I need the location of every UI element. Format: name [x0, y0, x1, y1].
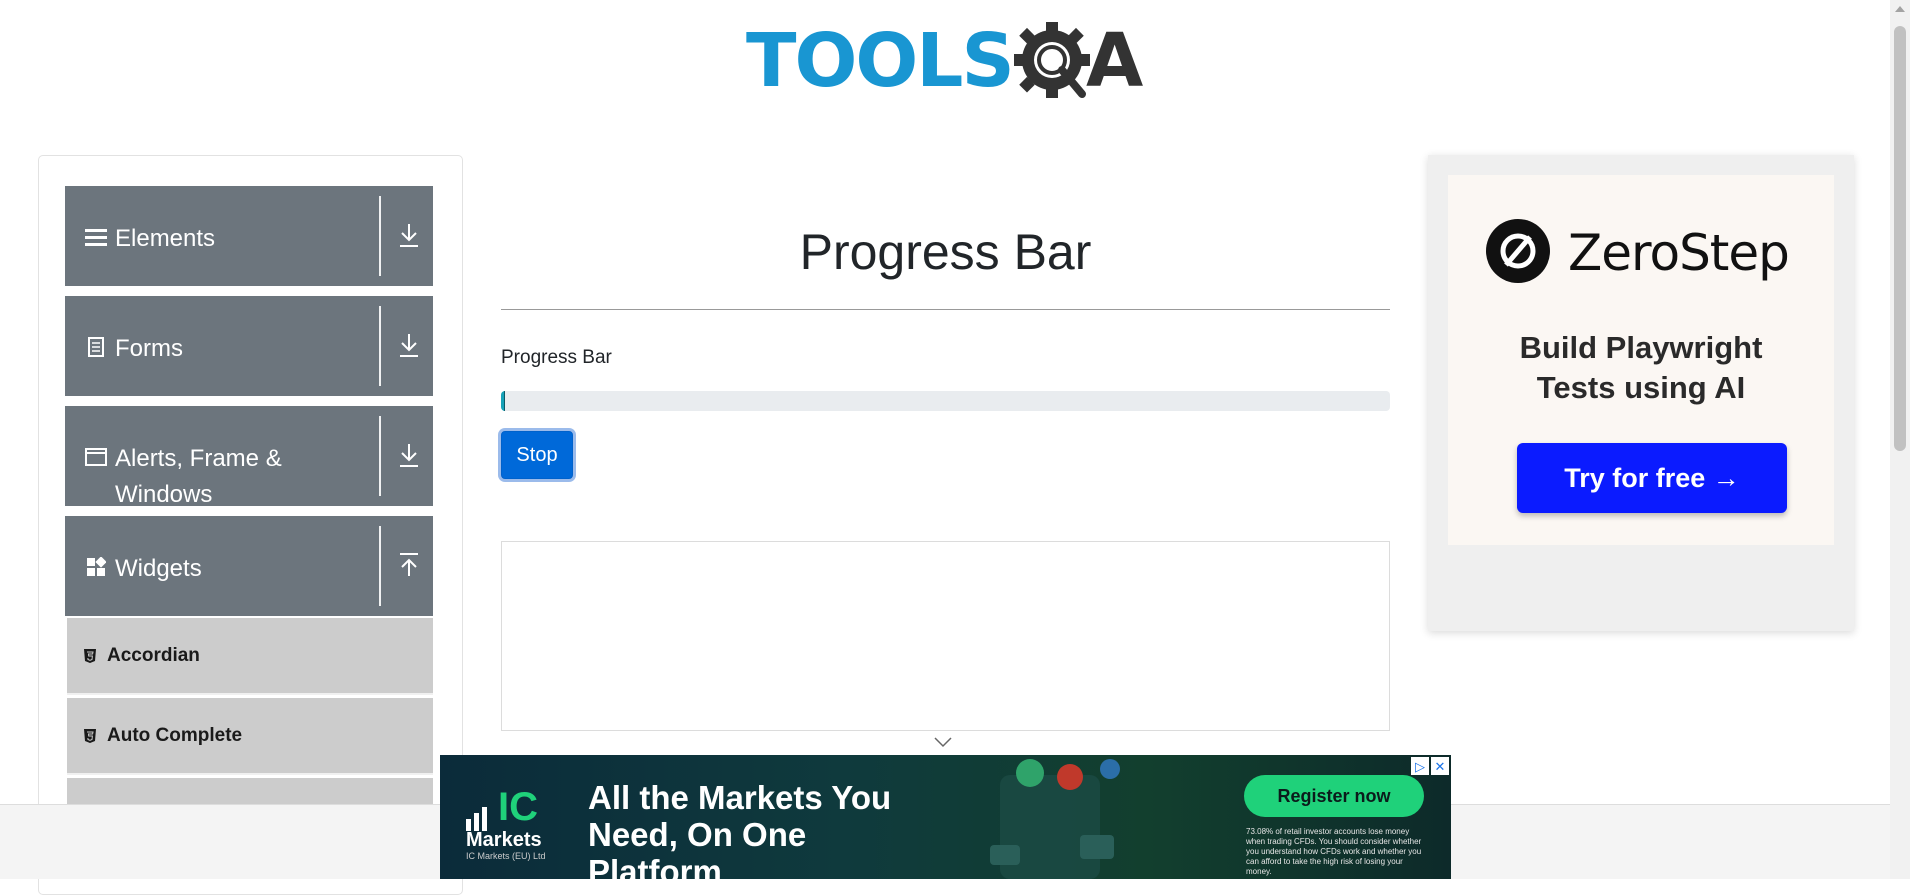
ic-markets-ad[interactable]: ▷ ✕ IC Markets IC Markets (EU) Ltd All t…	[440, 755, 1451, 879]
page-title: Progress Bar	[799, 224, 1092, 280]
try-for-free-button[interactable]: Try for free →	[1517, 443, 1787, 513]
divider	[379, 196, 381, 276]
title-divider	[501, 309, 1390, 310]
hamburger-icon	[85, 226, 107, 248]
close-icon[interactable]: ✕	[1431, 757, 1449, 775]
window-icon	[85, 446, 107, 468]
expand-arrow-down-icon[interactable]	[395, 438, 423, 472]
divider	[379, 416, 381, 496]
scroll-up-arrow-icon[interactable]	[1895, 6, 1905, 12]
sidebar-group-forms[interactable]: Forms	[65, 296, 433, 396]
bar-chart-icon	[466, 807, 487, 831]
expand-arrow-down-icon[interactable]	[395, 328, 423, 362]
adchoices-icon[interactable]: ▷	[1411, 757, 1429, 775]
vertical-scrollbar[interactable]	[1890, 0, 1910, 879]
logo-text: TOOLS	[746, 18, 1015, 104]
site-header: TOOLS A	[0, 0, 1890, 130]
sidebar-item-auto-complete[interactable]: Auto Complete	[67, 698, 433, 775]
ad-content: ZeroStep Build Playwright Tests using AI…	[1448, 175, 1834, 545]
widgets-icon	[85, 556, 107, 578]
ic-markets-entity: IC Markets (EU) Ltd	[466, 851, 546, 861]
sidebar-group-widgets[interactable]: Widgets	[65, 516, 433, 616]
chevron-down-icon[interactable]	[933, 736, 953, 748]
ic-markets-name: Markets	[466, 829, 542, 851]
ad-tagline-line1: Build Playwright	[1519, 330, 1763, 365]
sidebar-group-label: Widgets	[115, 555, 202, 582]
register-now-button[interactable]: Register now	[1244, 775, 1424, 817]
zerostep-ad[interactable]: ZeroStep Build Playwright Tests using AI…	[1428, 155, 1854, 631]
html5-icon	[83, 728, 97, 744]
sidebar-group-label: Alerts, Frame & Windows	[115, 445, 282, 508]
divider	[379, 306, 381, 386]
sidebar-group-elements[interactable]: Elements	[65, 186, 433, 286]
trading-illustration	[990, 759, 1120, 879]
ad-tagline-line2: Tests using AI	[1536, 370, 1746, 405]
zerostep-brand: ZeroStep	[1568, 224, 1790, 282]
sidebar-group-label: Forms	[115, 335, 183, 362]
logo-suffix: A	[1086, 18, 1144, 104]
toolsqa-logo[interactable]: TOOLS A	[746, 18, 1150, 114]
ad-headline-line2: Need, On One Platform	[588, 816, 807, 879]
progress-bar-label: Progress Bar	[501, 347, 612, 368]
ad-headline-line1: All the Markets You	[588, 779, 892, 816]
ad-disclaimer: 73.08% of retail investor accounts lose …	[1246, 827, 1422, 876]
ic-markets-short: IC	[498, 785, 538, 829]
ad-controls: ▷ ✕	[1411, 757, 1449, 775]
zerostep-logo-icon	[1486, 219, 1550, 283]
ic-markets-logo: IC Markets IC Markets (EU) Ltd	[466, 785, 556, 861]
collapse-arrow-up-icon[interactable]	[395, 548, 423, 582]
html5-icon	[83, 648, 97, 664]
expand-arrow-down-icon[interactable]	[395, 218, 423, 252]
sidebar-group-alerts-frame-windows[interactable]: Alerts, Frame & Windows	[65, 406, 433, 508]
progress-bar-fill	[501, 391, 505, 411]
sidebar-item-label: Auto Complete	[107, 725, 243, 746]
stop-button[interactable]: Stop	[501, 431, 573, 479]
ad-headline: All the Markets You Need, On One Platfor…	[588, 779, 948, 879]
divider	[379, 526, 381, 606]
ad-placeholder-box	[501, 541, 1390, 731]
document-icon	[85, 336, 107, 358]
sidebar-group-label: Elements	[115, 225, 216, 252]
sidebar-item-label: Accordian	[107, 645, 200, 666]
ad-tagline: Build Playwright Tests using AI	[1448, 328, 1834, 408]
sidebar-item-accordian[interactable]: Accordian	[67, 618, 433, 695]
progress-bar[interactable]	[501, 391, 1390, 411]
scrollbar-thumb[interactable]	[1894, 26, 1906, 451]
sidebar: Elements Forms Alerts, Frame & Windows W…	[38, 155, 463, 895]
